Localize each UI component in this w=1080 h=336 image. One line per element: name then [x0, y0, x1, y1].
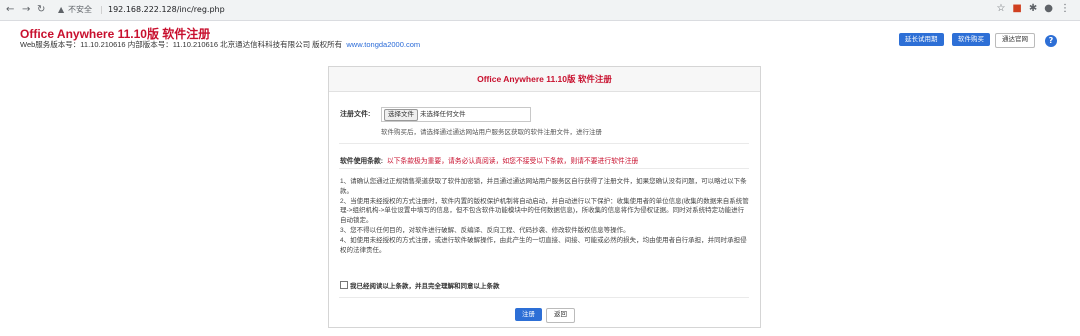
- divider: [339, 297, 749, 298]
- browser-toolbar: ← → ↻ ▲ 不安全 | 192.168.222.128/inc/reg.ph…: [0, 0, 1080, 21]
- forward-icon[interactable]: →: [22, 3, 30, 17]
- buy-software-button[interactable]: 软件购买: [952, 33, 990, 46]
- puzzle-icon[interactable]: ✱: [1029, 3, 1037, 14]
- version-info: Web服务版本号：11.10.210616 内部版本号：11.10.210616…: [20, 40, 343, 49]
- site-link[interactable]: www.tongda2000.com: [346, 40, 420, 49]
- security-label: 不安全: [68, 5, 92, 14]
- reg-file-label: 注册文件:: [340, 111, 371, 118]
- extend-trial-button[interactable]: 延长试用期: [899, 33, 944, 46]
- terms-item: 2、当使用未经授权的方式注册时，软件内置的版权保护机制将自动启动，并自动进行以下…: [340, 197, 749, 225]
- back-icon[interactable]: ←: [6, 3, 14, 17]
- menu-icon[interactable]: ⋮: [1060, 3, 1070, 14]
- terms-heading: 软件使用条款: 以下条款极为重要，请务必认真阅读，如您不接受以下条款，则请不要进…: [340, 155, 638, 165]
- terms-warning: 以下条款极为重要，请务必认真阅读，如您不接受以下条款，则请不要进行软件注册: [386, 158, 639, 165]
- divider: [339, 143, 749, 144]
- url-separator: |: [100, 5, 103, 14]
- back-button[interactable]: 返回: [546, 308, 575, 323]
- browser-actions: ☆ ■ ✱ ● ⋮: [989, 3, 1070, 14]
- agree-checkbox[interactable]: [340, 281, 348, 289]
- reload-icon[interactable]: ↻: [37, 3, 45, 17]
- agree-row[interactable]: 我已经阅读以上条款，并且完全理解和同意以上条款: [340, 280, 500, 290]
- panel-title: Office Anywhere 11.10版 软件注册: [329, 67, 760, 92]
- url-text: 192.168.222.128/inc/reg.php: [108, 5, 225, 14]
- divider: [339, 168, 749, 169]
- page-subtitle: Web服务版本号：11.10.210616 内部版本号：11.10.210616…: [20, 39, 420, 50]
- address-bar[interactable]: ▲ 不安全 | 192.168.222.128/inc/reg.php: [52, 2, 1012, 18]
- extension-icon[interactable]: ■: [1012, 3, 1021, 14]
- register-button[interactable]: 注册: [515, 308, 542, 321]
- file-input[interactable]: 选择文件 未选择任何文件: [381, 107, 531, 122]
- bookmark-star-icon[interactable]: ☆: [996, 3, 1005, 14]
- register-hint: 软件购买后，请选择通过通达网站用户服务区获取的软件注册文件，进行注册: [381, 129, 602, 136]
- terms-item: 3、您不得以任何目的，对软件进行破解、反编译、反向工程、代码抄袭、修改软件版权信…: [340, 226, 630, 234]
- agree-label: 我已经阅读以上条款，并且完全理解和同意以上条款: [350, 283, 500, 290]
- terms-label: 软件使用条款:: [340, 158, 384, 165]
- help-icon[interactable]: ?: [1045, 35, 1057, 47]
- official-site-button[interactable]: 通达官网: [995, 33, 1035, 48]
- terms-item: 4、如使用未经授权的方式注册，或进行软件破解操作，由此产生的一切直接、间接、可能…: [340, 236, 747, 254]
- choose-file-button[interactable]: 选择文件: [384, 109, 418, 121]
- terms-item: 1、请确认您通过正规销售渠道获取了软件加密锁，并且通过通达网站用户服务区自行获得…: [340, 178, 747, 195]
- profile-icon[interactable]: ●: [1044, 3, 1053, 14]
- no-file-text: 未选择任何文件: [420, 111, 466, 118]
- terms-list: 1、请确认您通过正规销售渠道获取了软件加密锁，并且通过通达网站用户服务区自行获得…: [340, 177, 750, 255]
- registration-panel: Office Anywhere 11.10版 软件注册 注册文件: 选择文件 未选…: [328, 66, 761, 328]
- warning-icon: ▲: [58, 5, 65, 14]
